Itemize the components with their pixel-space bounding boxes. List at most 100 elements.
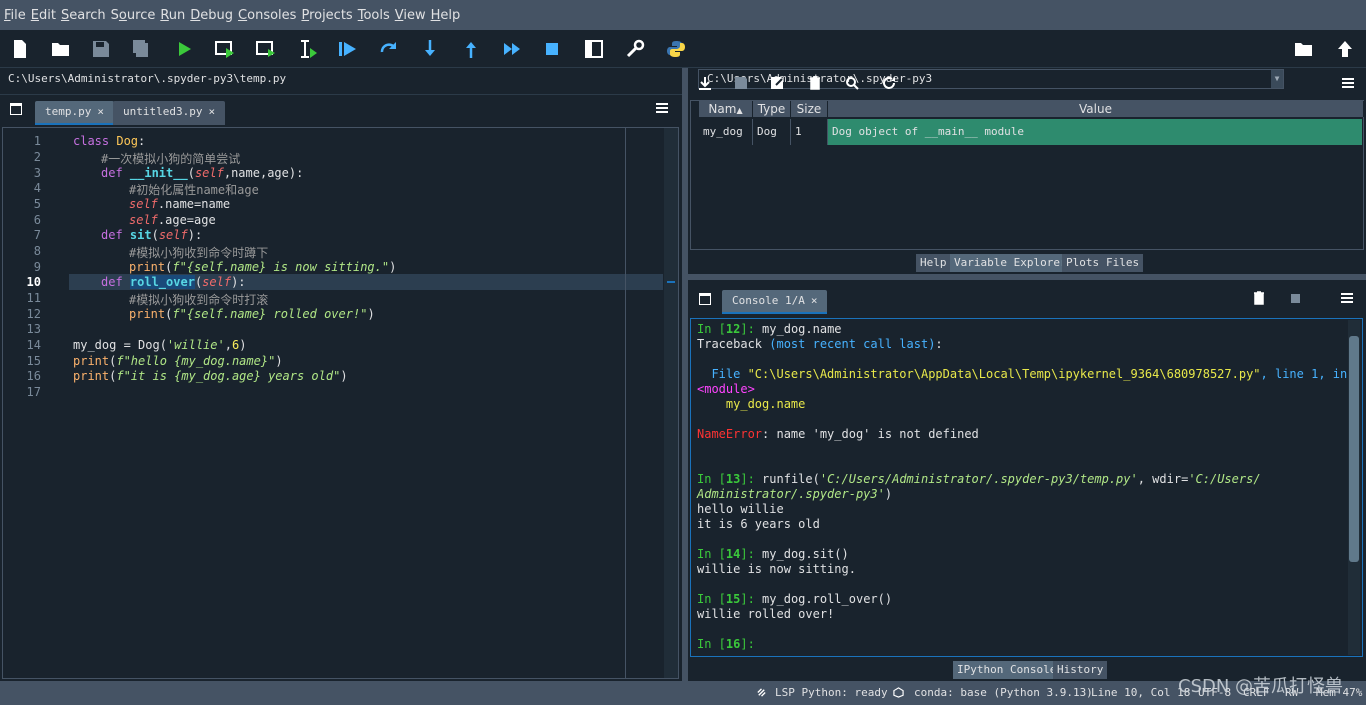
cell-name: my_dog [699, 119, 753, 145]
close-icon[interactable]: × [97, 105, 104, 118]
line-number-current: 10 [26, 275, 41, 289]
pane-tab-files[interactable]: Files [1102, 254, 1144, 272]
menu-run[interactable]: Run [158, 8, 187, 23]
refresh-icon[interactable] [882, 76, 896, 90]
line-number: 8 [33, 244, 41, 258]
python-path-icon[interactable] [664, 37, 688, 61]
pane-splitter-horizontal[interactable] [688, 274, 1366, 280]
close-icon[interactable]: × [811, 294, 818, 307]
pane-tab-history[interactable]: History [1053, 661, 1108, 679]
column-header-size[interactable]: Size [791, 101, 828, 117]
editor-scrollbar[interactable] [664, 128, 678, 678]
pane-tab-variable-explorer[interactable]: Variable Explorer [950, 254, 1071, 272]
ipython-console[interactable]: In [12]: my_dog.name Traceback (most rec… [690, 318, 1363, 657]
maximize-pane-icon[interactable] [582, 37, 606, 61]
console-input-line: In [12]: my_dog.name [697, 322, 842, 336]
run-icon[interactable] [172, 37, 196, 61]
menu-help[interactable]: Help [429, 8, 463, 23]
line-number: 3 [33, 166, 41, 180]
browse-folder-icon[interactable] [1292, 37, 1316, 61]
remove-all-variables-icon[interactable] [808, 76, 822, 90]
run-cell-advance-icon[interactable] [254, 37, 278, 61]
code-line-current: def roll_over(self): [101, 275, 246, 289]
undock-icon[interactable] [699, 293, 711, 305]
console-scrollbar-thumb[interactable] [1349, 336, 1359, 562]
options-menu-icon[interactable] [656, 103, 668, 113]
console-input-line: In [15]: my_dog.roll_over() [697, 592, 893, 606]
debug-icon[interactable] [336, 37, 360, 61]
menu-source[interactable]: Source [109, 8, 158, 23]
pane-tab-ipython-console[interactable]: IPython Console [953, 661, 1061, 679]
edge-line [625, 128, 626, 678]
line-number: 1 [33, 134, 41, 148]
continue-icon[interactable] [500, 37, 524, 61]
code-line: #一次模拟小狗的简单尝试 [101, 152, 241, 166]
options-menu-icon[interactable] [1342, 78, 1354, 88]
menu-file[interactable]: File [2, 8, 28, 23]
menu-tools[interactable]: Tools [356, 8, 392, 23]
open-folder-icon[interactable] [49, 37, 73, 61]
tab-console-1a[interactable]: Console 1/A × [722, 290, 828, 314]
code-line: def sit(self): [101, 228, 203, 242]
step-over-icon[interactable] [377, 37, 401, 61]
menu-view[interactable]: View [393, 8, 428, 23]
run-cell-icon[interactable] [213, 37, 237, 61]
undock-icon[interactable] [10, 103, 22, 115]
editor-filepath: C:\Users\Administrator\.spyder-py3\temp.… [8, 72, 287, 85]
console-output-line: <module> [697, 382, 755, 396]
menu-edit[interactable]: Edit [29, 8, 58, 23]
save-data-as-icon[interactable] [770, 76, 784, 90]
cell-value: Dog object of __main__ module [828, 119, 1362, 145]
console-output-line: Traceback (most recent call last): [697, 337, 943, 351]
step-return-icon[interactable] [459, 37, 483, 61]
editor-pane: C:\Users\Administrator\.spyder-py3\temp.… [0, 68, 682, 681]
menu-projects[interactable]: Projects [299, 8, 354, 23]
code-line: print(f"{self.name} rolled over!") [129, 307, 375, 321]
stop-debug-icon[interactable] [540, 37, 564, 61]
close-icon[interactable]: × [208, 105, 215, 118]
run-selection-icon[interactable] [296, 37, 320, 61]
tab-temp-py[interactable]: temp.py × [35, 101, 114, 125]
line-number: 14 [26, 338, 41, 352]
import-data-icon[interactable] [698, 76, 712, 90]
console-error-line: NameError: name 'my_dog' is not defined [697, 427, 979, 441]
parent-directory-icon[interactable] [1333, 37, 1357, 61]
pane-splitter[interactable] [682, 68, 688, 681]
preferences-wrench-icon[interactable] [623, 37, 647, 61]
console-prompt-line[interactable]: In [16]: [697, 637, 755, 651]
interrupt-kernel-icon[interactable] [1291, 294, 1300, 303]
line-number: 16 [26, 369, 41, 383]
menu-search[interactable]: Search [59, 8, 108, 23]
cell-size: 1 [791, 119, 828, 145]
save-data-icon[interactable] [734, 76, 748, 90]
variable-table[interactable]: Nam▲ Type Size Value my_dog Dog 1 Dog ob… [690, 100, 1364, 250]
search-icon[interactable] [845, 76, 859, 90]
pane-tab-help[interactable]: Help [916, 254, 951, 272]
save-icon[interactable] [89, 37, 113, 61]
menu-debug[interactable]: Debug [188, 8, 235, 23]
code-line: def __init__(self,name,age): [101, 166, 304, 180]
conda-env-status[interactable]: conda: base (Python 3.9.13) [914, 686, 1093, 699]
tab-untitled3-py[interactable]: untitled3.py × [113, 101, 226, 125]
step-into-icon[interactable] [418, 37, 442, 61]
line-number: 17 [26, 385, 41, 399]
cursor-position: Line 10, Col 18 [1091, 686, 1191, 699]
lsp-status[interactable]: LSP Python: ready [775, 686, 888, 699]
line-number: 13 [26, 322, 41, 336]
options-menu-icon[interactable] [1341, 293, 1353, 303]
line-number: 7 [33, 228, 41, 242]
new-file-icon[interactable] [8, 37, 32, 61]
code-editor[interactable]: 1 2 3 4 5 6 7 8 9 10 11 12 13 14 15 16 1… [2, 127, 679, 679]
menu-consoles[interactable]: Consoles [236, 8, 298, 23]
pane-tab-plots[interactable]: Plots [1062, 254, 1104, 272]
remove-variables-icon[interactable] [1252, 291, 1266, 305]
code-area[interactable]: class Dog: #一次模拟小狗的简单尝试 def __init__(sel… [69, 128, 663, 678]
code-line: #模拟小狗收到命令时蹲下 [129, 246, 269, 260]
lsp-status-icon [757, 688, 766, 697]
conda-env-icon [893, 687, 904, 698]
save-all-icon[interactable] [130, 37, 154, 61]
column-header-value[interactable]: Value [828, 101, 1364, 117]
column-header-type[interactable]: Type [753, 101, 791, 117]
console-input-line: In [14]: my_dog.sit() [697, 547, 849, 561]
column-header-name[interactable]: Nam▲ [699, 101, 753, 117]
